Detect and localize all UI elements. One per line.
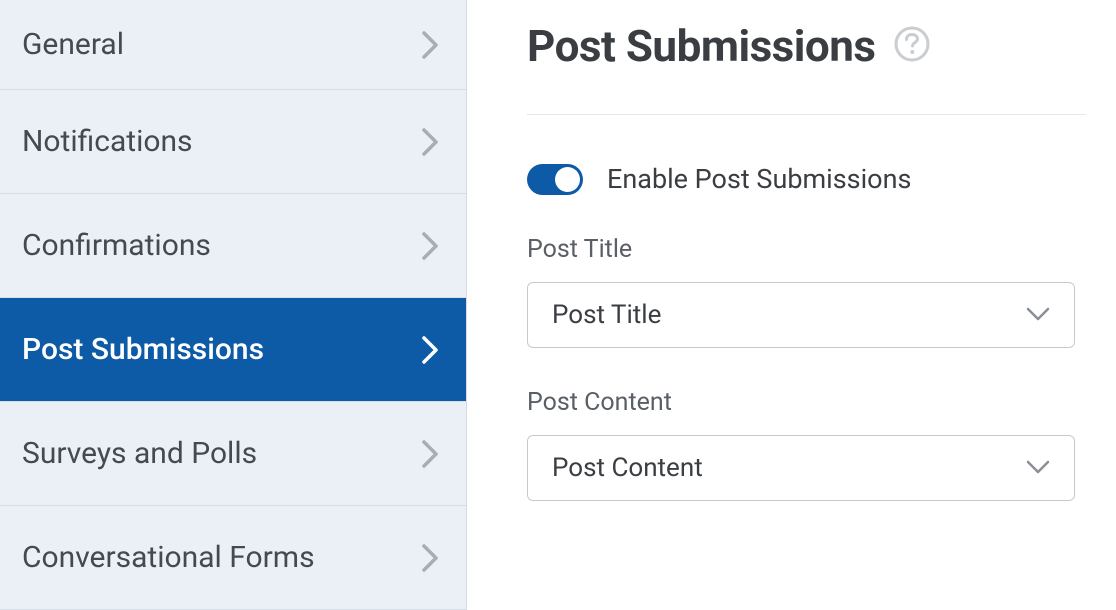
enable-post-submissions-toggle[interactable] — [527, 164, 583, 195]
post-title-select[interactable]: Post Title — [527, 282, 1075, 348]
sidebar-item-general[interactable]: General — [0, 0, 466, 90]
settings-sidebar: General Notifications Confirmations Post… — [0, 0, 467, 610]
chevron-down-icon — [1026, 459, 1050, 478]
post-title-label: Post Title — [527, 235, 1086, 264]
sidebar-item-confirmations[interactable]: Confirmations — [0, 194, 466, 298]
select-value: Post Content — [552, 453, 703, 483]
chevron-down-icon — [1026, 306, 1050, 325]
chevron-right-icon — [422, 31, 438, 59]
chevron-right-icon — [422, 336, 438, 364]
sidebar-item-label: Confirmations — [22, 228, 211, 263]
main-panel: Post Submissions Enable Post Submissions… — [467, 0, 1116, 610]
enable-toggle-row: Enable Post Submissions — [527, 163, 1086, 195]
chevron-right-icon — [422, 440, 438, 468]
sidebar-item-notifications[interactable]: Notifications — [0, 90, 466, 194]
page-header: Post Submissions — [527, 20, 1086, 115]
sidebar-item-label: Post Submissions — [22, 332, 264, 367]
post-content-select[interactable]: Post Content — [527, 435, 1075, 501]
toggle-label: Enable Post Submissions — [607, 163, 911, 195]
chevron-right-icon — [422, 128, 438, 156]
sidebar-item-post-submissions[interactable]: Post Submissions — [0, 298, 466, 402]
post-content-label: Post Content — [527, 388, 1086, 417]
sidebar-item-conversational-forms[interactable]: Conversational Forms — [0, 506, 466, 610]
toggle-knob — [555, 167, 580, 192]
page-title: Post Submissions — [527, 20, 876, 72]
post-content-field-group: Post Content Post Content — [527, 388, 1086, 501]
help-icon[interactable] — [894, 26, 930, 66]
sidebar-item-label: General — [22, 27, 124, 62]
sidebar-item-label: Surveys and Polls — [22, 436, 257, 471]
sidebar-item-surveys-and-polls[interactable]: Surveys and Polls — [0, 402, 466, 506]
chevron-right-icon — [422, 232, 438, 260]
chevron-right-icon — [422, 544, 438, 572]
sidebar-item-label: Conversational Forms — [22, 540, 315, 575]
post-title-field-group: Post Title Post Title — [527, 235, 1086, 348]
sidebar-item-label: Notifications — [22, 124, 193, 159]
select-value: Post Title — [552, 300, 661, 330]
